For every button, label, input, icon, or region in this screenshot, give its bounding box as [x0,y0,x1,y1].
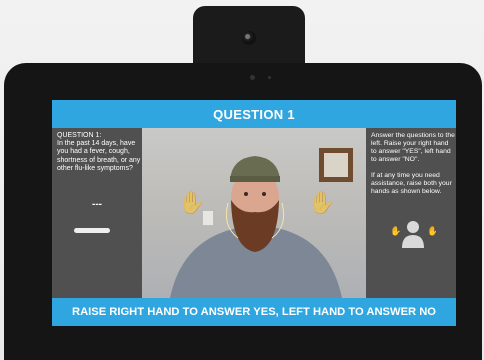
camera-feed: ✋ ✋ [142,128,366,298]
instructions-assistance: If at any time you need assistance, rais… [371,172,452,195]
question-panel: QUESTION 1: In the past 14 days, have yo… [52,128,142,298]
question-label: QUESTION 1: [57,132,102,139]
camera-mount [193,6,305,68]
screen: QUESTION 1 QUESTION 1: In the past 14 da… [52,100,456,326]
svg-text:✋: ✋ [390,225,401,237]
person-video-image [170,156,342,298]
answer-placeholder: --- [92,199,102,210]
kiosk-device: QUESTION 1 QUESTION 1: In the past 14 da… [4,63,482,360]
instructions-answer: Answer the questions to the left. Raise … [371,132,455,163]
answer-progress-bar [74,228,110,233]
question-text-block: QUESTION 1: In the past 14 days, have yo… [57,132,143,173]
sensor-dot [250,75,255,80]
svg-text:✋: ✋ [427,225,436,237]
question-text: In the past 14 days, have you had a feve… [57,140,141,172]
camera-icon [242,31,256,45]
question-header: QUESTION 1 [52,100,456,128]
answer-instruction-banner: RAISE RIGHT HAND TO ANSWER YES, LEFT HAN… [52,298,456,326]
instructions-panel: Answer the questions to the left. Raise … [366,128,456,298]
person-raising-both-hands-icon: ✋ ✋ [390,221,436,248]
sensor-dot [268,76,271,79]
instructions-text: Answer the questions to the left. Raise … [371,132,455,204]
